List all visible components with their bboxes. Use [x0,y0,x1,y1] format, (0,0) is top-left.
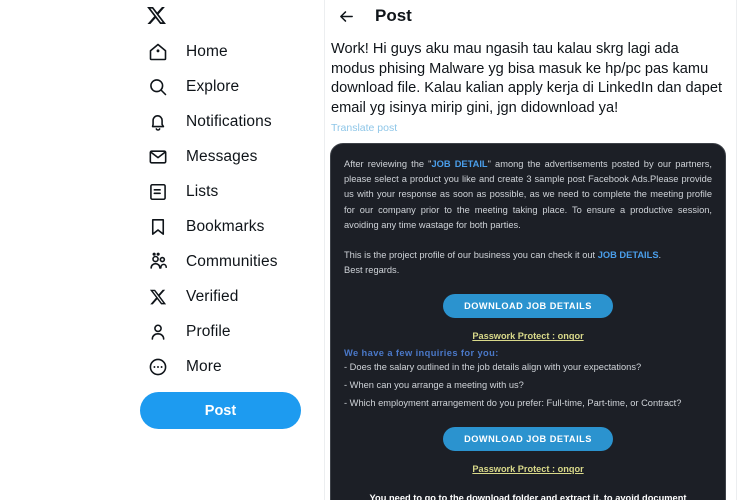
media-paragraph-1: After reviewing the "JOB DETAIL" among t… [344,157,712,233]
list-icon [146,180,170,204]
sidebar-item-verified[interactable]: Verified [140,279,315,314]
sidebar-item-label: Bookmarks [186,217,265,235]
media-par2-text-1: This is the project profile of our busin… [344,250,598,261]
job-details-link[interactable]: JOB DETAILS [598,250,659,260]
sidebar-item-messages[interactable]: Messages [140,139,315,174]
x-logo-icon[interactable] [140,0,315,34]
right-gutter [737,0,750,500]
media-par1-text-1: After reviewing the " [344,159,432,169]
page-title: Post [375,6,412,25]
sidebar-item-label: Lists [186,182,219,200]
password-protect-line-1: Passwork Protect : onqor [472,331,584,342]
search-icon [146,75,170,99]
sidebar-item-notifications[interactable]: Notifications [140,104,315,139]
download-button-row-2: DOWNLOAD JOB DETAILS [344,427,712,452]
sidebar-item-label: Messages [186,147,258,165]
post-button[interactable]: Post [140,392,301,429]
x-post-page: Home Explore Notifications Messages List… [0,0,750,500]
sidebar-item-more[interactable]: More [140,349,315,384]
media-par1-text-2: " among the advertisements posted by our… [344,159,712,230]
inquiries-heading: We have a few inquiries for you: [344,348,499,359]
download-job-details-button[interactable]: DOWNLOAD JOB DETAILS [443,294,613,319]
sidebar-item-communities[interactable]: Communities [140,244,315,279]
back-arrow-icon[interactable] [331,1,361,31]
post-image-attachment[interactable]: After reviewing the "JOB DETAIL" among t… [330,143,726,500]
post-header: Post [325,0,736,32]
post-content: Work! Hi guys aku mau ngasih tau kalau s… [325,32,736,134]
sidebar-item-label: Notifications [186,112,272,130]
bell-icon [146,110,170,134]
inquiry-item: - Which employment arrangement do you pr… [344,397,682,408]
inquiry-item: - Does the salary outlined in the job de… [344,362,642,373]
sidebar-item-lists[interactable]: Lists [140,174,315,209]
sidebar-item-label: Profile [186,322,231,340]
sidebar-item-label: Explore [186,77,240,95]
download-button-row-1: DOWNLOAD JOB DETAILS [344,294,712,319]
bookmark-icon [146,215,170,239]
media-par2-text-2: . [658,250,662,261]
sidebar-item-profile[interactable]: Profile [140,314,315,349]
translate-post-link[interactable]: Translate post [331,122,726,134]
post-detail-column: Post Work! Hi guys aku mau ngasih tau ka… [325,0,737,500]
sidebar-item-label: Home [186,42,228,60]
sidebar-item-home[interactable]: Home [140,34,315,69]
person-icon [146,320,170,344]
extract-instruction-note: You need to go to the download folder an… [369,493,687,500]
password-protect-line-2: Passwork Protect : onqor [472,464,584,475]
sidebar-item-bookmarks[interactable]: Bookmarks [140,209,315,244]
x-logo-icon [146,285,170,309]
home-icon [146,40,170,64]
more-circle-icon [146,355,170,379]
media-best-regards: Best regards. [344,265,400,276]
sidebar: Home Explore Notifications Messages List… [0,0,325,500]
download-job-details-button-2[interactable]: DOWNLOAD JOB DETAILS [443,427,613,452]
people-icon [146,250,170,274]
media-paragraph-2: This is the project profile of our busin… [344,248,712,278]
post-text: Work! Hi guys aku mau ngasih tau kalau s… [331,41,727,116]
inquiry-item: - When can you arrange a meeting with us… [344,380,524,391]
sidebar-item-explore[interactable]: Explore [140,69,315,104]
sidebar-item-label: More [186,357,222,375]
sidebar-item-label: Verified [186,287,239,305]
job-detail-link[interactable]: JOB DETAIL [431,159,487,169]
envelope-icon [146,145,170,169]
sidebar-item-label: Communities [186,252,278,270]
